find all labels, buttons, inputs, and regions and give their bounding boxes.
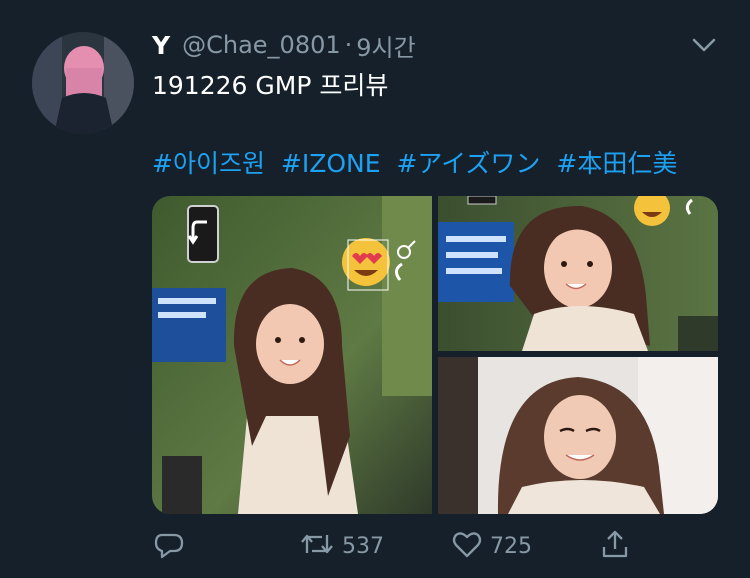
tweet-header: Y @Chae_0801 · 9시간: [152, 28, 730, 62]
avatar[interactable]: [32, 32, 134, 134]
user-handle[interactable]: @Chae_0801: [182, 31, 341, 59]
hashtag-link[interactable]: #本田仁美: [556, 149, 677, 178]
tweet-text: 191226 GMP 프리뷰: [152, 71, 389, 100]
hashtag-link[interactable]: #아이즈원: [152, 149, 265, 178]
reply-icon: [152, 527, 186, 565]
tweet-timestamp[interactable]: 9시간: [356, 28, 415, 63]
like-button[interactable]: 725: [450, 526, 532, 566]
retweet-icon: [298, 527, 336, 565]
separator-dot: ·: [344, 31, 353, 59]
display-name[interactable]: Y: [152, 31, 170, 60]
avatar-image: [32, 32, 134, 134]
retweet-button[interactable]: 537: [298, 526, 384, 566]
photo-3[interactable]: [438, 357, 718, 514]
tweet-actions: 537 725: [152, 526, 642, 566]
hashtag-link[interactable]: #IZONE: [281, 149, 381, 178]
like-count: 725: [490, 533, 532, 559]
hashtag-link[interactable]: #アイズワン: [396, 149, 540, 178]
chevron-down-icon[interactable]: [686, 30, 722, 60]
hashtag-list: #아이즈원 #IZONE #アイズワン #本田仁美: [152, 144, 685, 180]
media-grid: [152, 196, 718, 514]
share-icon: [598, 527, 632, 565]
photo-2[interactable]: [438, 196, 718, 351]
photo-1[interactable]: [152, 196, 432, 514]
heart-icon: [450, 527, 484, 565]
share-button[interactable]: [598, 526, 632, 566]
reply-button[interactable]: [152, 526, 192, 566]
retweet-count: 537: [342, 533, 384, 559]
